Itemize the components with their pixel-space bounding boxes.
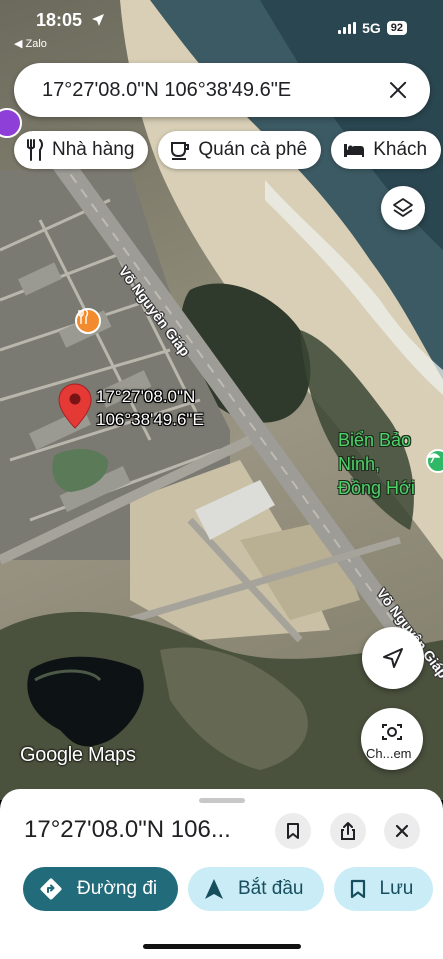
place-bottom-sheet[interactable]: 17°27'08.0"N 106... Đường đi Bắt đầu Lưu bbox=[0, 789, 443, 959]
sheet-grabber[interactable] bbox=[199, 798, 245, 803]
search-bar[interactable]: 17°27'08.0"N 106°38'49.6"E bbox=[14, 63, 430, 117]
restaurant-marker-icon[interactable] bbox=[75, 308, 101, 334]
directions-label: Đường đi bbox=[77, 878, 158, 899]
battery-level: 92 bbox=[386, 21, 407, 35]
status-time-text: 18:05 bbox=[36, 10, 83, 30]
place-title: 17°27'08.0"N 106... bbox=[24, 816, 231, 843]
pin-label-latitude: 17°27'08.0"N bbox=[96, 387, 196, 406]
close-icon bbox=[395, 824, 409, 838]
fork-knife-icon bbox=[27, 139, 43, 161]
home-indicator[interactable] bbox=[143, 944, 301, 949]
map-layers-button[interactable] bbox=[381, 186, 425, 230]
share-icon bbox=[341, 822, 355, 840]
chip-coffee[interactable]: Quán cà phê bbox=[158, 131, 322, 169]
start-navigation-button[interactable]: Bắt đầu bbox=[188, 867, 324, 911]
pin-label: 17°27'08.0"N 106°38'49.6"E bbox=[96, 385, 204, 431]
camera-caption: Ch...em bbox=[366, 746, 412, 761]
close-sheet-button[interactable] bbox=[384, 813, 420, 849]
google-maps-attribution: Google Maps bbox=[20, 744, 136, 766]
search-input[interactable]: 17°27'08.0"N 106°38'49.6"E bbox=[42, 79, 386, 102]
status-time: 18:05 bbox=[36, 10, 105, 32]
chip-label: Khách bbox=[373, 139, 428, 160]
pin-label-longitude: 106°38'49.6"E bbox=[96, 410, 204, 429]
chip-label: Nhà hàng bbox=[52, 139, 135, 160]
poi-label-line: Đồng Hới bbox=[338, 478, 415, 498]
poi-label-line: Ninh, bbox=[338, 454, 381, 474]
network-type: 5G bbox=[362, 20, 381, 36]
coffee-cup-icon bbox=[171, 142, 190, 160]
save-label: Lưu bbox=[379, 878, 414, 899]
category-chips: Nhà hàng Quán cà phê Khách bbox=[14, 131, 442, 169]
directions-icon bbox=[40, 878, 62, 900]
navigation-arrow-icon bbox=[205, 879, 223, 899]
directions-button[interactable]: Đường đi bbox=[23, 867, 178, 911]
location-arrow-icon bbox=[91, 11, 105, 32]
beach-marker-icon[interactable] bbox=[426, 449, 443, 473]
share-button[interactable] bbox=[330, 813, 366, 849]
poi-label-bao-ninh-beach[interactable]: Biển Bảo Ninh, Đồng Hới bbox=[338, 428, 415, 500]
save-bookmark-button[interactable] bbox=[275, 813, 311, 849]
my-location-button[interactable] bbox=[362, 627, 424, 689]
chip-label: Quán cà phê bbox=[198, 139, 308, 160]
poi-label-line: Biển Bảo bbox=[338, 430, 412, 450]
navigation-arrow-icon bbox=[383, 648, 403, 668]
bookmark-icon bbox=[350, 879, 365, 899]
layers-icon bbox=[393, 198, 413, 217]
lens-camera-icon bbox=[382, 724, 402, 740]
save-button[interactable]: Lưu bbox=[333, 867, 434, 911]
start-label: Bắt đầu bbox=[238, 878, 304, 899]
clear-search-close-icon[interactable] bbox=[386, 78, 410, 102]
cellular-signal-icon bbox=[338, 22, 357, 34]
action-buttons: Đường đi Bắt đầu Lưu bbox=[23, 867, 434, 911]
chip-hotels[interactable]: Khách bbox=[331, 131, 442, 169]
back-to-app-link[interactable]: ◀ Zalo bbox=[14, 37, 47, 50]
bookmark-icon bbox=[287, 823, 299, 839]
bed-icon bbox=[344, 144, 365, 157]
chip-restaurants[interactable]: Nhà hàng bbox=[14, 131, 149, 169]
status-indicators: 5G 92 bbox=[338, 20, 407, 36]
